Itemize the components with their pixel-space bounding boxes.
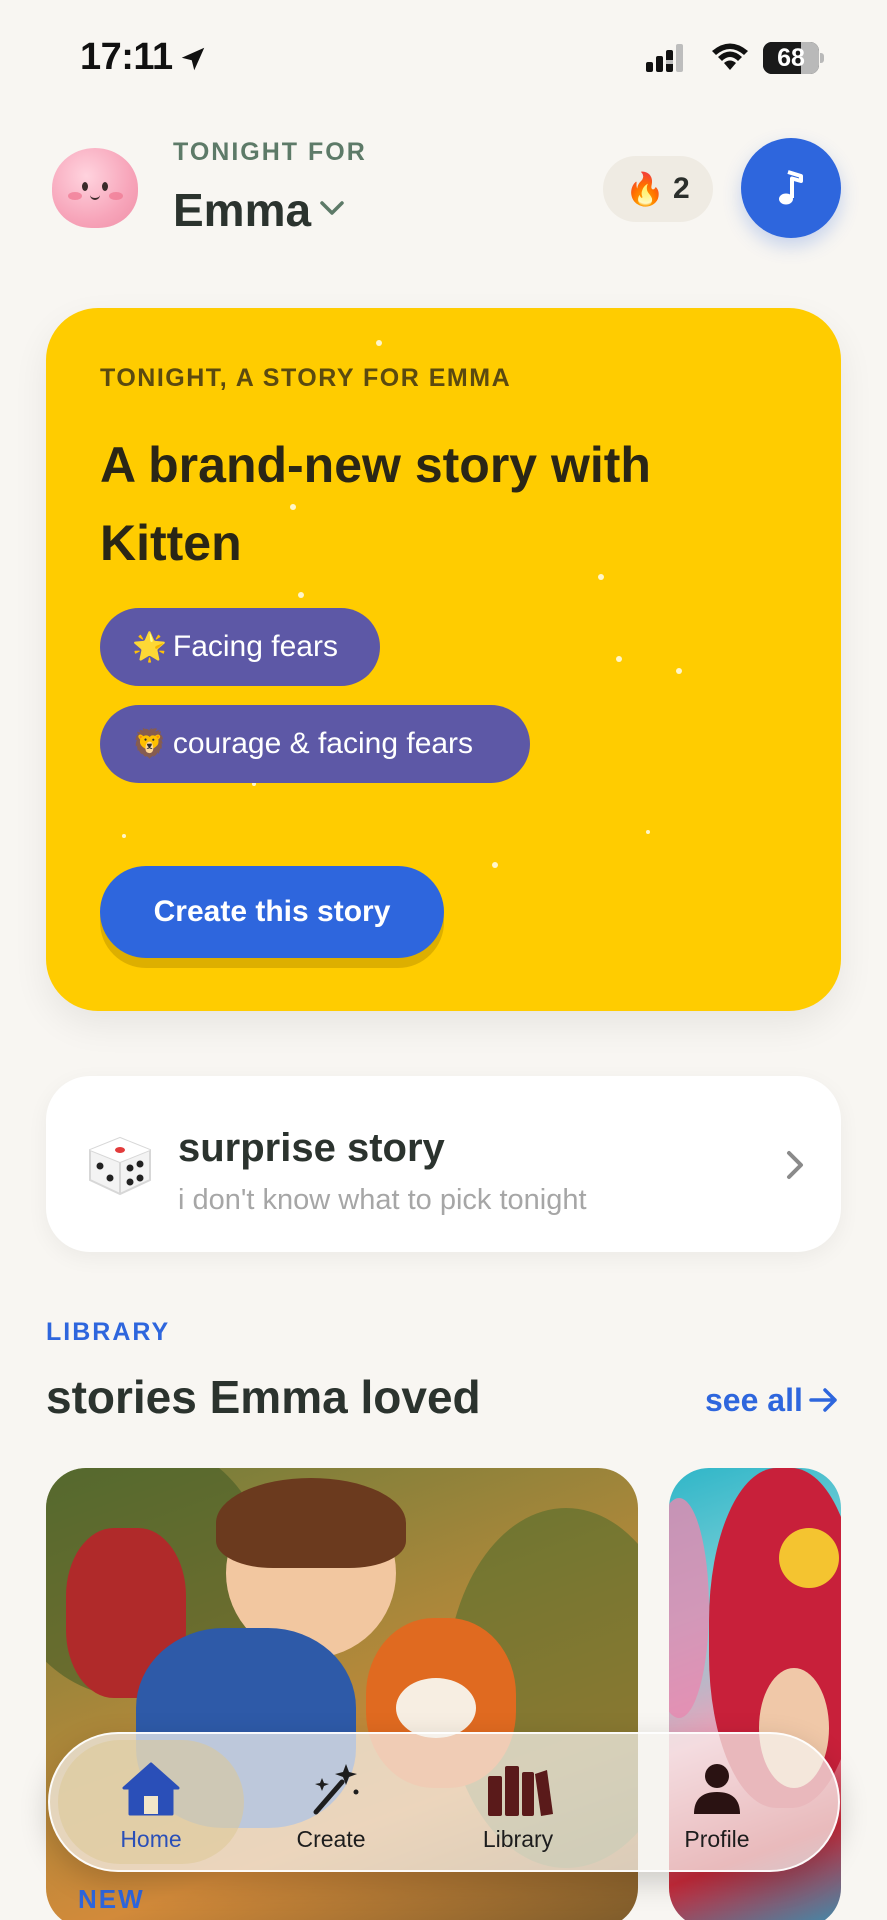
dice-icon <box>89 1136 151 1196</box>
music-button[interactable] <box>741 138 841 238</box>
star-icon: 🌟 <box>132 631 167 662</box>
theme-chip-facing-fears[interactable]: 🌟 Facing fears <box>100 608 380 686</box>
bottom-tab-bar: Home Create Library Profile <box>48 1732 840 1872</box>
chip-label: Facing fears <box>172 630 338 663</box>
books-icon <box>488 1766 553 1816</box>
hero-kicker: TONIGHT, A STORY FOR EMMA <box>100 364 512 392</box>
child-avatar[interactable] <box>52 148 138 228</box>
library-section-label: LIBRARY <box>46 1318 171 1346</box>
new-badge-label: NEW <box>78 1884 145 1914</box>
battery-percent: 68 <box>777 44 805 72</box>
theme-chip-courage[interactable]: 🦁 courage & facing fears <box>100 705 530 783</box>
tab-label: Home <box>120 1826 182 1852</box>
surprise-subtitle: i don't know what to pick tonight <box>178 1184 587 1216</box>
wifi-icon <box>712 43 748 70</box>
chevron-down-icon[interactable] <box>318 198 346 218</box>
tonight-story-card: TONIGHT, A STORY FOR EMMA A brand-new st… <box>46 308 841 1011</box>
streak-count: 2 <box>673 172 690 205</box>
surprise-title: surprise story <box>178 1126 445 1170</box>
status-bar: 17:11 68 <box>0 0 887 110</box>
tab-profile[interactable]: Profile <box>624 1740 810 1864</box>
tab-library[interactable]: Library <box>425 1740 611 1864</box>
header-kicker: TONIGHT FOR <box>173 138 367 166</box>
chip-label: courage & facing fears <box>172 727 474 760</box>
tab-label: Library <box>482 1826 554 1852</box>
see-all-link[interactable]: see all <box>705 1382 803 1419</box>
child-name-selector[interactable]: Emma <box>173 183 311 237</box>
arrow-right-icon[interactable] <box>808 1386 840 1414</box>
person-icon <box>694 1764 740 1814</box>
lion-icon: 🦁 <box>132 728 167 759</box>
status-time: 17:11 <box>80 36 173 78</box>
fire-icon: 🔥 <box>625 171 665 207</box>
tab-label: Profile <box>684 1826 750 1852</box>
create-story-button[interactable]: Create this story <box>100 866 444 958</box>
streak-badge[interactable]: 🔥 2 <box>603 156 713 222</box>
music-note-icon <box>779 170 803 205</box>
battery-indicator: 68 <box>763 42 825 74</box>
cellular-signal-icon <box>646 44 683 72</box>
tab-create[interactable]: Create <box>238 1740 424 1864</box>
home-icon <box>122 1762 180 1816</box>
library-heading: stories Emma loved <box>46 1371 481 1423</box>
tab-label: Create <box>296 1826 366 1852</box>
chevron-right-icon <box>787 1151 803 1179</box>
tab-home[interactable]: Home <box>58 1740 244 1864</box>
hero-title: A brand-new story with Kitten <box>100 437 651 571</box>
magic-wand-icon <box>313 1764 359 1815</box>
surprise-story-card[interactable]: surprise story i don't know what to pick… <box>46 1076 841 1252</box>
location-arrow-icon <box>181 47 205 71</box>
